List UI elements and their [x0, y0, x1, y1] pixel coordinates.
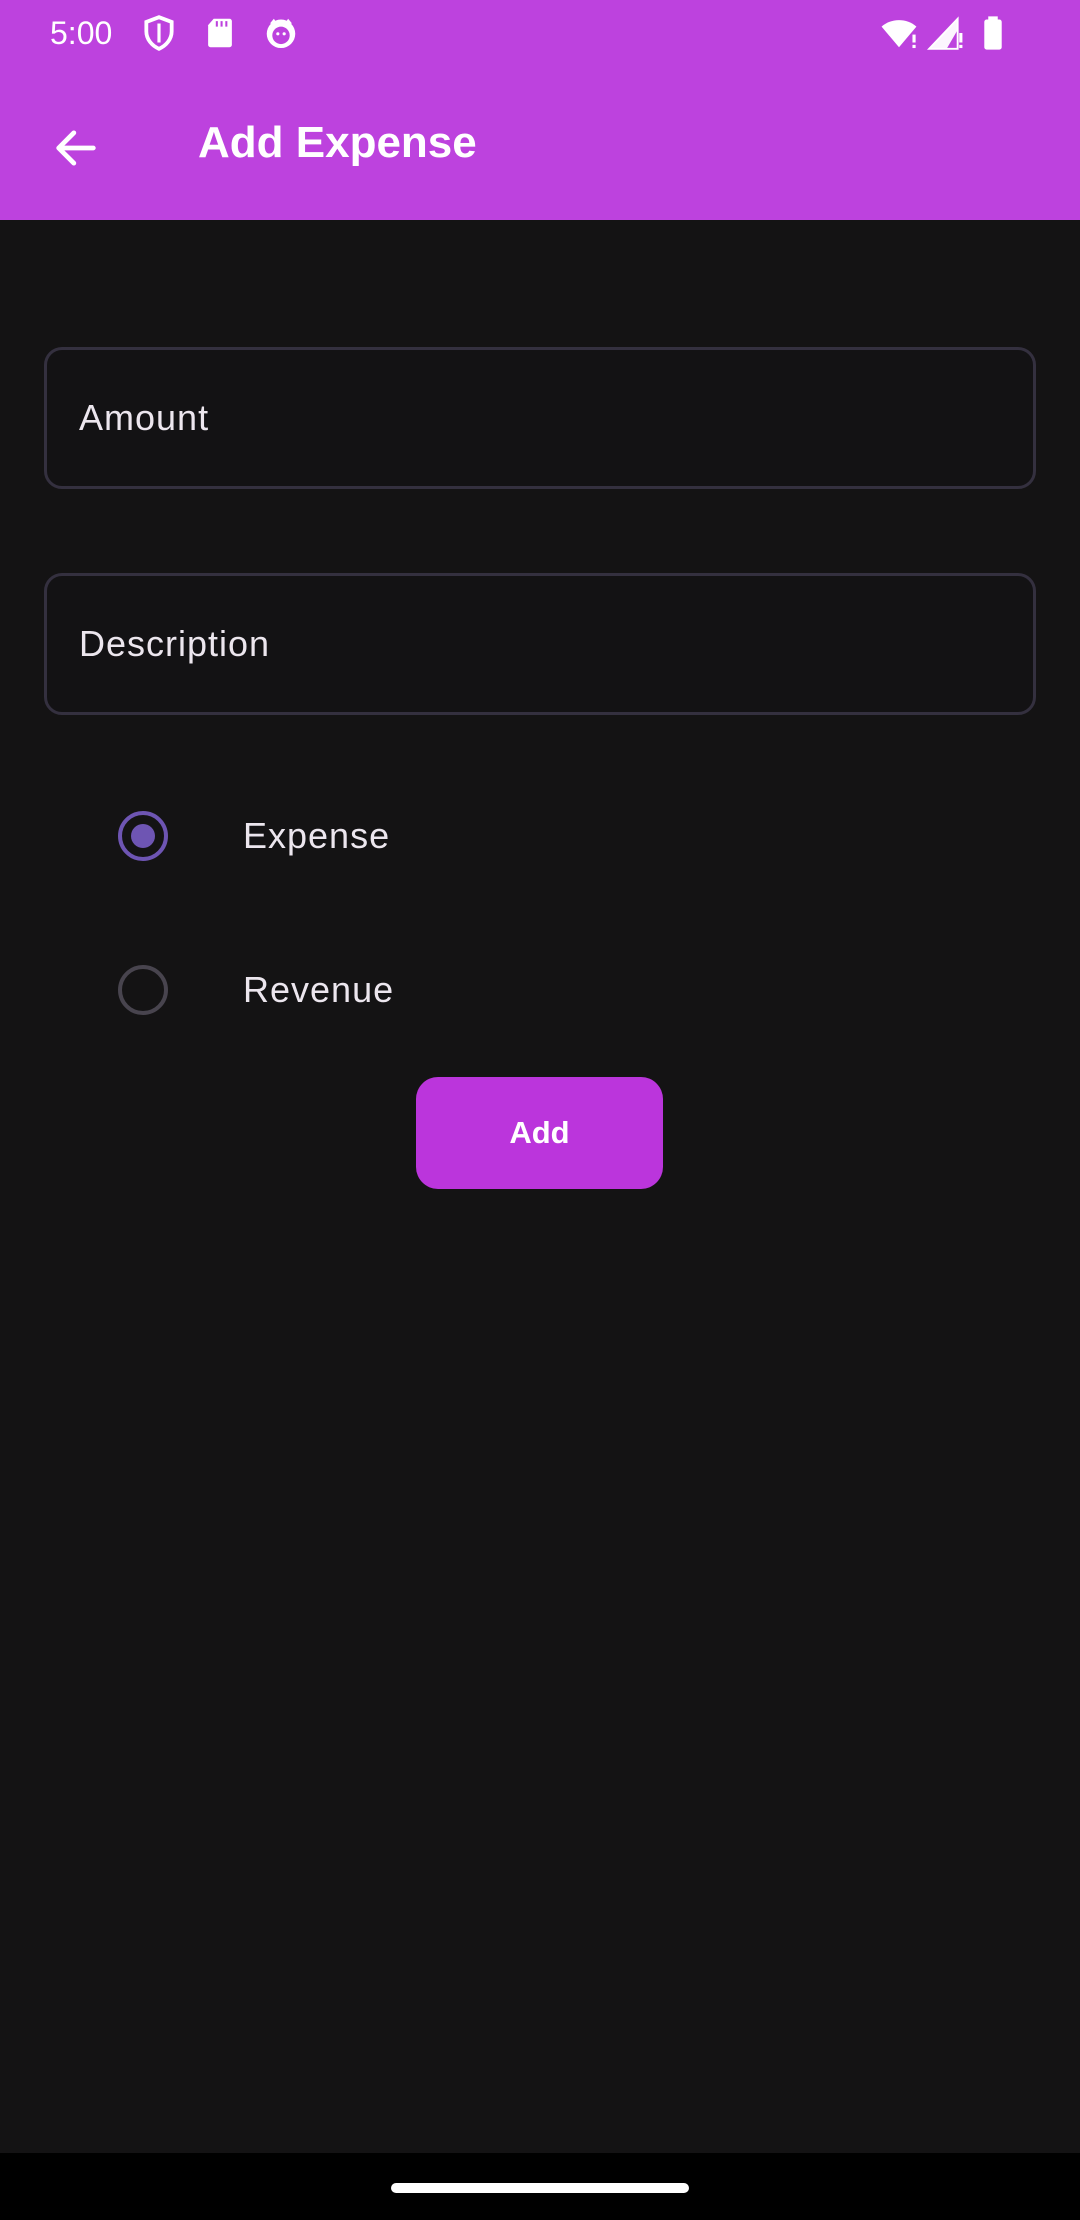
app-bar: Add Expense — [0, 66, 1080, 220]
description-field-label: Description — [79, 623, 271, 664]
radio-option-revenue[interactable]: Revenue — [100, 940, 980, 1040]
radio-selected-dot — [131, 824, 155, 848]
signal-icon — [926, 14, 964, 52]
arrow-back-icon — [56, 130, 96, 166]
battery-icon — [974, 14, 1012, 52]
expense-radio-button[interactable] — [118, 811, 168, 861]
amount-field[interactable]: Amount — [44, 347, 1036, 489]
wifi-icon — [880, 14, 918, 52]
radio-option-expense[interactable]: Expense — [100, 786, 980, 886]
revenue-radio-button[interactable] — [118, 965, 168, 1015]
add-expense-screen: 5:00 Add Expense Amount Description Expe… — [0, 0, 1080, 2220]
page-title: Add Expense — [198, 118, 477, 167]
shield-icon — [140, 14, 178, 52]
expense-radio-label: Expense — [243, 815, 391, 856]
sd-card-icon — [201, 14, 239, 52]
revenue-radio-label: Revenue — [243, 969, 395, 1010]
status-time: 5:00 — [50, 15, 113, 51]
status-bar: 5:00 — [0, 0, 1080, 66]
home-indicator[interactable] — [391, 2183, 689, 2193]
navigation-bar — [0, 2153, 1080, 2220]
cat-face-icon — [262, 14, 300, 52]
add-button[interactable]: Add — [416, 1077, 663, 1189]
back-button[interactable] — [40, 112, 112, 184]
amount-field-label: Amount — [79, 397, 210, 438]
description-field[interactable]: Description — [44, 573, 1036, 715]
